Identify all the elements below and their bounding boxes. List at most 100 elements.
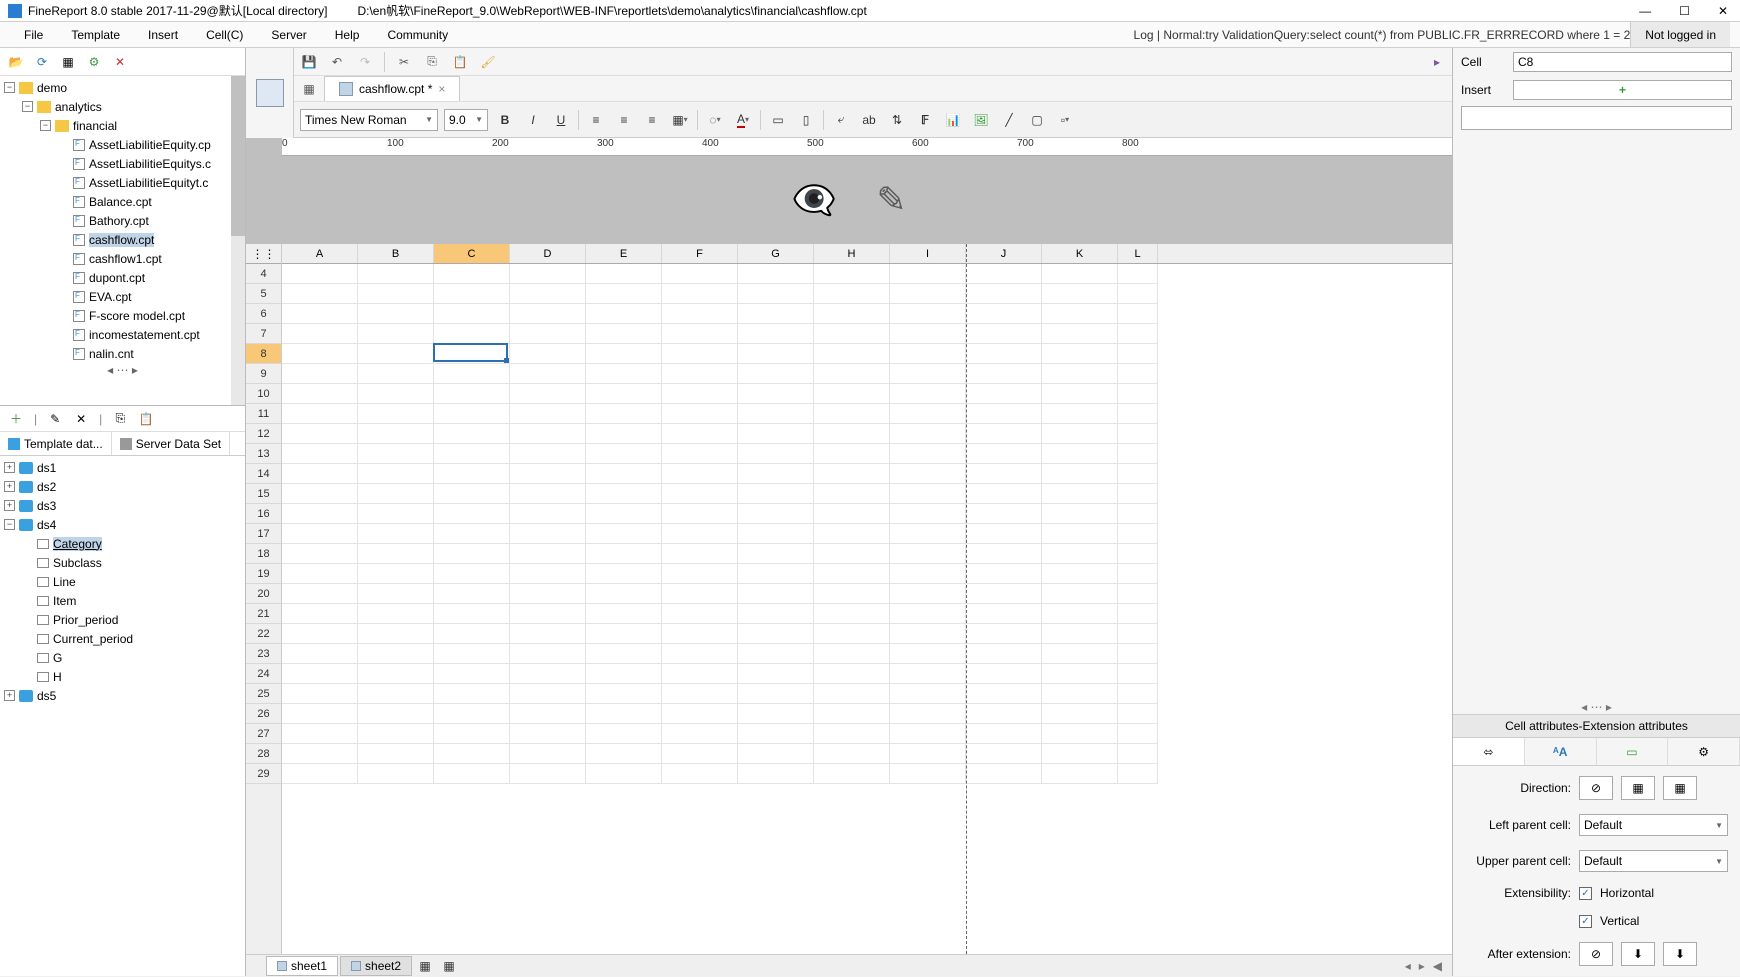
cell[interactable] xyxy=(510,264,586,284)
cell[interactable] xyxy=(814,304,890,324)
direction-vertical-button[interactable]: ▦ xyxy=(1621,776,1655,800)
cell[interactable] xyxy=(358,404,434,424)
spreadsheet-grid[interactable]: ⋮⋮45678910111213141516171819202122232425… xyxy=(246,244,1452,954)
minimize-button[interactable]: — xyxy=(1639,4,1651,18)
sheet-scroll-left-icon[interactable]: ◀ xyxy=(1433,959,1442,973)
cell[interactable] xyxy=(586,264,662,284)
cell[interactable] xyxy=(966,664,1042,684)
cell[interactable] xyxy=(814,504,890,524)
cell[interactable] xyxy=(586,284,662,304)
tree-node[interactable]: Balance.cpt xyxy=(0,192,245,211)
cell[interactable] xyxy=(1042,764,1118,784)
cell[interactable] xyxy=(966,364,1042,384)
cell[interactable] xyxy=(966,644,1042,664)
cell[interactable] xyxy=(738,284,814,304)
cell[interactable] xyxy=(358,584,434,604)
cell[interactable] xyxy=(586,384,662,404)
cell[interactable] xyxy=(358,424,434,444)
cell[interactable] xyxy=(510,324,586,344)
cell[interactable] xyxy=(434,544,510,564)
cell[interactable] xyxy=(282,724,358,744)
cell[interactable] xyxy=(890,664,966,684)
cell[interactable] xyxy=(1042,544,1118,564)
cell[interactable] xyxy=(510,544,586,564)
tree-node[interactable]: −financial xyxy=(0,116,245,135)
cell[interactable] xyxy=(434,664,510,684)
edit-pane-icon[interactable]: ✎ xyxy=(876,179,906,221)
cell[interactable] xyxy=(358,504,434,524)
cell[interactable] xyxy=(358,304,434,324)
cell[interactable] xyxy=(1042,264,1118,284)
cell[interactable] xyxy=(434,324,510,344)
cell[interactable] xyxy=(1042,724,1118,744)
cell[interactable] xyxy=(1042,424,1118,444)
cell[interactable] xyxy=(282,464,358,484)
ds-node[interactable]: Prior_period xyxy=(0,610,245,629)
cell[interactable] xyxy=(1042,324,1118,344)
cell[interactable] xyxy=(662,624,738,644)
cell[interactable] xyxy=(358,724,434,744)
cell[interactable] xyxy=(434,744,510,764)
cell[interactable] xyxy=(814,404,890,424)
cell[interactable] xyxy=(434,444,510,464)
tab-server-data[interactable]: Server Data Set xyxy=(112,432,230,455)
cell[interactable] xyxy=(738,484,814,504)
cell[interactable] xyxy=(814,644,890,664)
row-header[interactable]: 8 xyxy=(246,344,281,364)
cell[interactable] xyxy=(1118,704,1158,724)
column-header[interactable]: E xyxy=(586,244,662,263)
cell[interactable] xyxy=(1118,284,1158,304)
present-tab[interactable]: ▭ xyxy=(1597,738,1669,765)
cell[interactable] xyxy=(510,364,586,384)
row-header[interactable]: 21 xyxy=(246,604,281,624)
cell[interactable] xyxy=(890,304,966,324)
cell[interactable] xyxy=(890,584,966,604)
menu-server[interactable]: Server xyxy=(257,24,320,46)
cell[interactable] xyxy=(358,564,434,584)
cell[interactable] xyxy=(1118,624,1158,644)
cell[interactable] xyxy=(1118,264,1158,284)
row-header[interactable]: 23 xyxy=(246,644,281,664)
tree-node[interactable]: incomestatement.cpt xyxy=(0,325,245,344)
cell[interactable] xyxy=(1118,364,1158,384)
cell[interactable] xyxy=(814,324,890,344)
cell[interactable] xyxy=(434,364,510,384)
cell[interactable] xyxy=(1118,504,1158,524)
other-tab[interactable]: ⚙ xyxy=(1668,738,1740,765)
cell[interactable] xyxy=(358,364,434,384)
cell[interactable] xyxy=(1042,484,1118,504)
formula-button[interactable]: 𝔽 xyxy=(914,109,936,131)
cell[interactable] xyxy=(1042,644,1118,664)
tree-toggle-icon[interactable]: + xyxy=(4,462,15,473)
cell[interactable] xyxy=(814,524,890,544)
cell[interactable] xyxy=(434,384,510,404)
cell[interactable] xyxy=(434,584,510,604)
cell[interactable] xyxy=(1118,424,1158,444)
cell[interactable] xyxy=(966,344,1042,364)
row-header[interactable]: 16 xyxy=(246,504,281,524)
cell[interactable] xyxy=(966,524,1042,544)
cell[interactable] xyxy=(510,464,586,484)
cell[interactable] xyxy=(358,484,434,504)
line-button[interactable]: ╱ xyxy=(998,109,1020,131)
tree-toggle-icon[interactable]: + xyxy=(4,481,15,492)
save-icon[interactable]: 💾 xyxy=(300,53,318,71)
cell[interactable] xyxy=(662,264,738,284)
cell[interactable] xyxy=(1042,384,1118,404)
cell[interactable] xyxy=(1042,284,1118,304)
cell[interactable] xyxy=(1042,584,1118,604)
row-header[interactable]: 29 xyxy=(246,764,281,784)
file-tree[interactable]: −demo−analytics−financialAssetLiabilitie… xyxy=(0,76,245,406)
cell[interactable] xyxy=(1118,564,1158,584)
cell[interactable] xyxy=(358,344,434,364)
ds-node[interactable]: Category xyxy=(0,534,245,553)
cell[interactable] xyxy=(890,724,966,744)
cell[interactable] xyxy=(662,764,738,784)
sheet-tab-2[interactable]: sheet2 xyxy=(340,956,412,976)
cell[interactable] xyxy=(282,604,358,624)
cell[interactable] xyxy=(738,664,814,684)
cell[interactable] xyxy=(662,504,738,524)
cell[interactable] xyxy=(510,384,586,404)
tree-node[interactable]: AssetLiabilitieEquityt.c xyxy=(0,173,245,192)
cell[interactable] xyxy=(1118,384,1158,404)
